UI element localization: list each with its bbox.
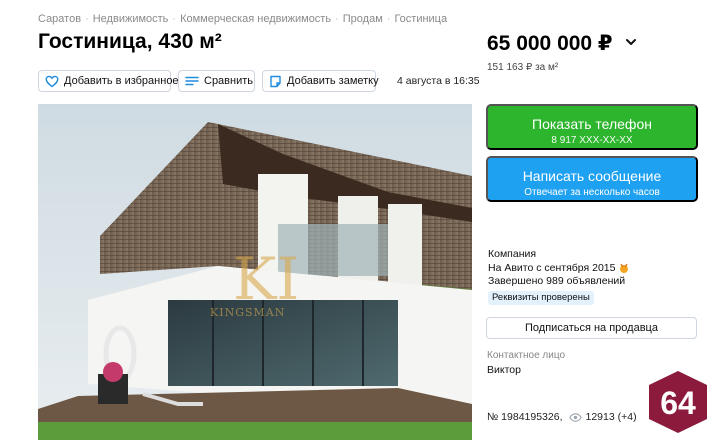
write-message-button[interactable]: Написать сообщение Отвечает за несколько… [486,156,698,202]
view-count: 12913 (+4) [585,411,637,423]
add-to-favorites-button[interactable]: Добавить в избранное [38,70,179,92]
price-per-m2: 151 163 ₽ за м² [487,62,559,73]
subscribe-seller-button[interactable]: Подписаться на продавца [486,317,697,339]
response-time: Отвечает за несколько часов [524,186,660,198]
channel-logo-text: 64 [660,385,696,421]
medal-icon [620,263,629,273]
breadcrumb-separator: · [85,13,89,25]
breadcrumb-hotel[interactable]: Гостиница [394,13,447,25]
seller-since: На Авито с сентября 2015 [488,261,616,274]
contact-person-label: Контактное лицо [487,350,566,361]
compare-button[interactable]: Сравнить [178,70,255,92]
show-phone-button[interactable]: Показать телефон 8 917 XXX-XX-XX [486,104,698,150]
breadcrumb-separator: · [335,13,339,25]
breadcrumb-separator: · [172,13,177,25]
watermark-logo: KI [233,245,299,313]
contact-person-name: Виктор [487,364,521,376]
page-title: Гостиница, 430 м² [38,30,222,53]
ad-meta: № 1984195326, 12913 (+4) [487,411,637,423]
add-note-button[interactable]: Добавить заметку [262,70,379,92]
add-to-favorites-label: Добавить в избранное [64,75,179,87]
add-note-label: Добавить заметку [287,75,379,87]
breadcrumb-separator: · [386,13,391,25]
publish-date: 4 августа в 16:35 [397,75,480,87]
breadcrumb-sell[interactable]: Продам [343,13,383,25]
show-phone-label: Показать телефон [532,115,652,132]
seller-info: Компания На Авито с сентября 2015 Заверш… [488,248,630,289]
price: 65 000 000 ₽ [487,32,613,55]
ad-number: № 1984195326, [487,411,563,423]
eye-icon [568,412,582,422]
verified-badge: Реквизиты проверены [488,291,594,305]
seller-completed: Завершено 989 объявлений [488,275,626,287]
phone-number: 8 917 XXX-XX-XX [551,134,633,146]
write-message-label: Написать сообщение [522,167,662,184]
breadcrumb-realty[interactable]: Недвижимость [93,13,169,25]
breadcrumb-commercial[interactable]: Коммерческая недвижимость [180,13,331,25]
heart-icon [45,75,59,87]
note-icon [270,75,281,87]
seller-type: Компания [488,248,537,260]
compare-icon [185,76,199,86]
chevron-down-icon[interactable] [624,33,638,51]
breadcrumb: Саратов · Недвижимость · Коммерческая недвиж… [38,13,447,25]
listing-photo[interactable]: KI KINGSMAN [38,104,472,440]
breadcrumb-city[interactable]: Саратов [38,13,81,25]
channel-logo: 64 [649,371,707,433]
compare-label: Сравнить [204,75,254,87]
watermark-text: KINGSMAN [210,306,285,319]
